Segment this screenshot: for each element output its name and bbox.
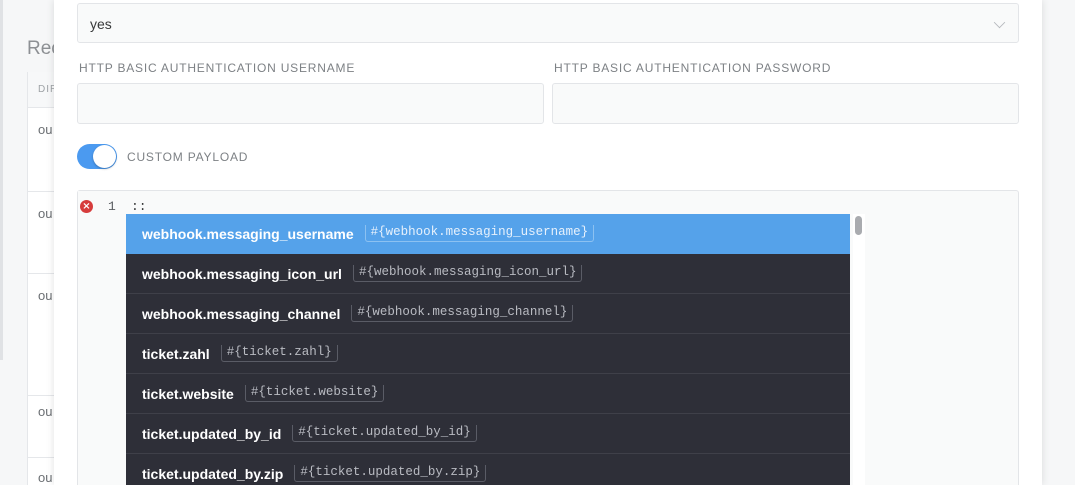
autocomplete-item[interactable]: ticket.website #{ticket.website} [126,374,850,414]
editor-gutter: × 1 [78,191,124,485]
custom-payload-label: CUSTOM PAYLOAD [127,150,249,164]
line-number: 1 [108,199,116,214]
autocomplete-list: webhook.messaging_username #{webhook.mes… [126,214,850,485]
autocomplete-item-code: #{ticket.zahl} [220,345,338,362]
toggle-knob [93,145,116,168]
username-input[interactable] [77,83,544,124]
autocomplete-item[interactable]: webhook.messaging_username #{webhook.mes… [126,214,850,254]
autocomplete-item-name: webhook.messaging_icon_url [142,265,342,282]
autocomplete-item[interactable]: ticket.updated_by.zip #{ticket.updated_b… [126,454,850,485]
password-input[interactable] [552,83,1019,124]
custom-payload-toggle[interactable] [77,144,117,169]
autocomplete-item[interactable]: ticket.updated_by_id #{ticket.updated_by… [126,414,850,454]
chevron-down-icon [993,16,1006,29]
autocomplete-item-name: ticket.website [142,385,234,402]
scrollbar-thumb[interactable] [855,216,862,235]
autocomplete-item-name: ticket.updated_by_id [142,425,282,442]
error-x-icon: × [80,200,93,213]
password-label: HTTP BASIC AUTHENTICATION PASSWORD [554,61,832,75]
autocomplete-item-code: #{ticket.updated_by_id} [292,425,477,442]
code-text[interactable]: :: [131,199,147,214]
autocomplete-item-name: webhook.messaging_username [142,225,354,242]
username-label: HTTP BASIC AUTHENTICATION USERNAME [79,61,356,75]
autocomplete-item-name: webhook.messaging_channel [142,305,341,322]
autocomplete-item-name: ticket.zahl [142,345,210,362]
autocomplete-item[interactable]: webhook.messaging_channel #{webhook.mess… [126,294,850,334]
autocomplete-item[interactable]: webhook.messaging_icon_url #{webhook.mes… [126,254,850,294]
autocomplete-item-name: ticket.updated_by.zip [142,465,284,482]
autocomplete-item[interactable]: ticket.zahl #{ticket.zahl} [126,334,850,374]
yes-no-select[interactable]: yes [77,3,1019,43]
autocomplete-item-code: #{ticket.updated_by.zip} [294,465,487,482]
autocomplete-item-code: #{ticket.website} [244,385,385,402]
background-edge [0,0,3,360]
autocomplete-item-code: #{webhook.messaging_channel} [351,305,574,322]
autocomplete-item-code: #{webhook.messaging_icon_url} [352,265,583,282]
autocomplete-scrollbar[interactable] [853,214,865,485]
select-value: yes [90,16,112,32]
webhook-modal: yes HTTP BASIC AUTHENTICATION USERNAME H… [54,0,1042,485]
autocomplete-item-code: #{webhook.messaging_username} [364,225,595,242]
